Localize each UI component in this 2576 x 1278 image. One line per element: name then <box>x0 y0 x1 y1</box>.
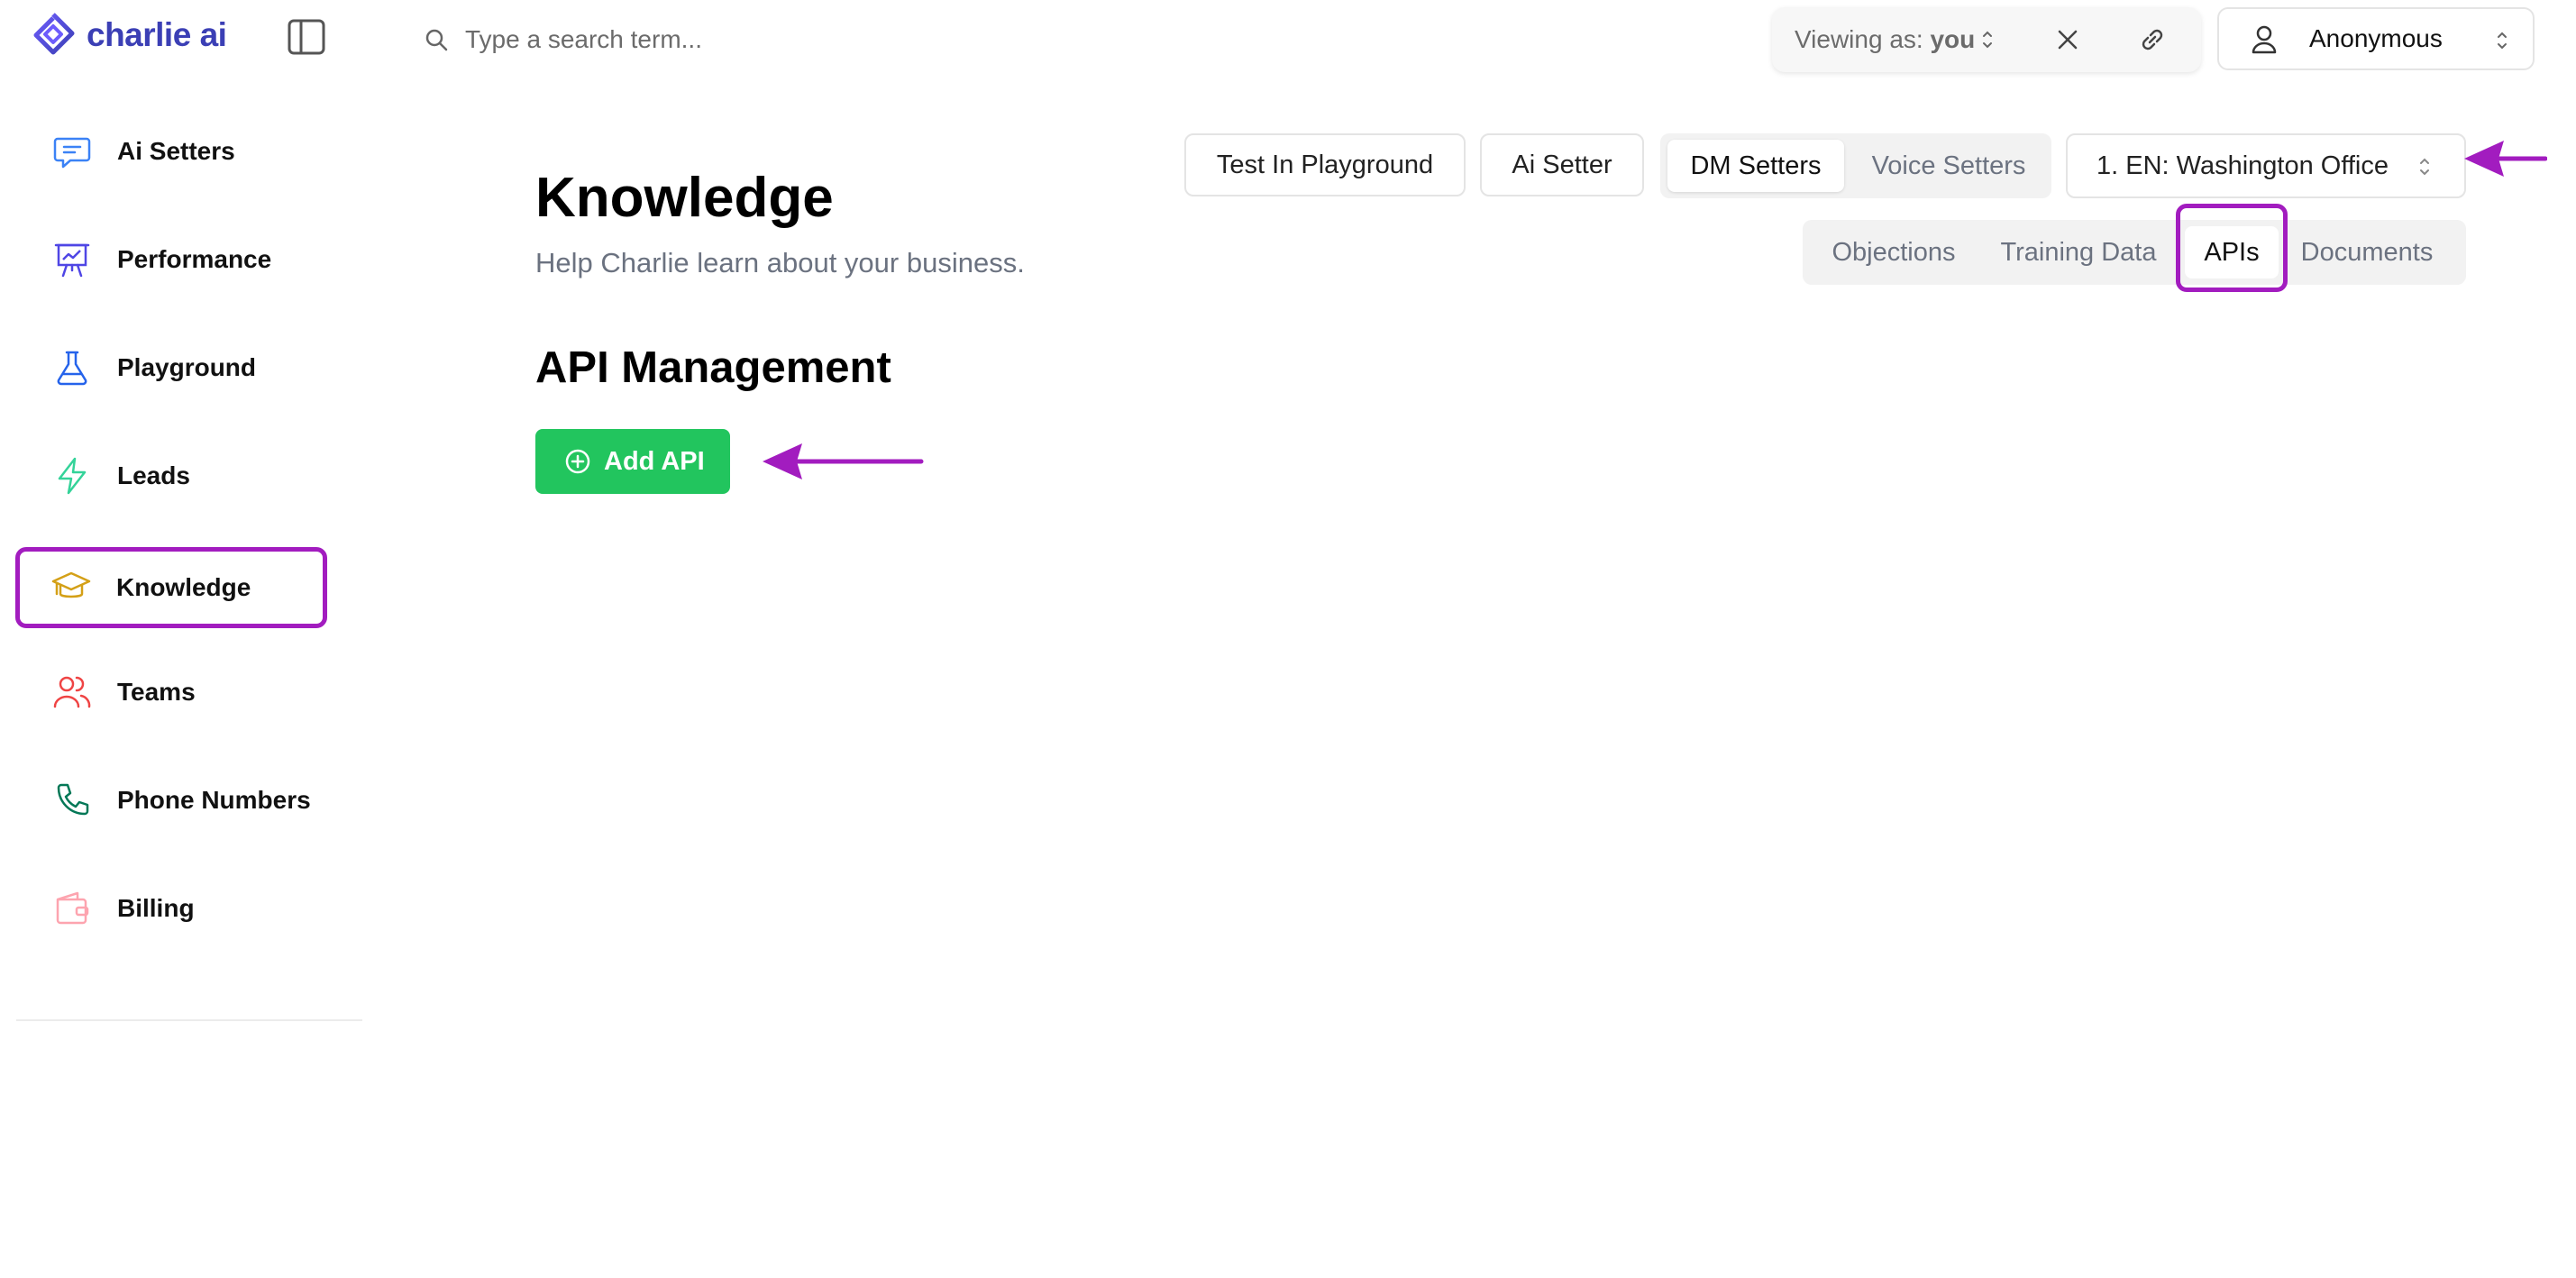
plus-circle-icon <box>565 449 590 474</box>
sidebar-item-ai-setters[interactable]: Ai Setters <box>16 114 326 189</box>
brand-name: charlie ai <box>87 16 227 53</box>
sidebar-item-label: Teams <box>117 678 196 706</box>
search-bar <box>424 18 1235 61</box>
users-icon <box>53 676 91 708</box>
office-select-value: 1. EN: Washington Office <box>2096 151 2389 180</box>
user-icon <box>2252 25 2277 54</box>
brand-logo[interactable]: charlie ai <box>29 9 245 61</box>
sidebar-item-label: Playground <box>117 353 257 381</box>
viewing-as-value: you <box>1930 25 1976 53</box>
wallet-icon <box>56 891 89 925</box>
sidebar-divider <box>16 1019 362 1021</box>
setter-type-toggle: DM Setters Voice Setters <box>1660 133 2051 198</box>
copy-link-button[interactable] <box>2136 23 2169 56</box>
sidebar-item-label: Leads <box>117 461 190 489</box>
section-title: API Management <box>535 343 891 392</box>
viewing-as-selector[interactable]: Viewing as: you <box>1795 25 1975 54</box>
dm-setters-tab[interactable]: DM Setters <box>1667 140 1844 192</box>
sidebar-item-billing[interactable]: Billing <box>16 871 326 946</box>
sidebar-item-label: Ai Setters <box>117 137 235 165</box>
lightning-icon <box>58 457 87 495</box>
ai-setter-button[interactable]: Ai Setter <box>1480 133 1644 196</box>
chevron-up-down-icon <box>2420 158 2429 176</box>
test-in-playground-button[interactable]: Test In Playground <box>1184 133 1466 196</box>
apis-tab-highlight <box>2176 204 2288 292</box>
chat-icon <box>53 137 91 169</box>
add-api-label: Add API <box>604 446 705 476</box>
viewing-as-control: Viewing as: you <box>1772 7 2201 72</box>
page-title: Knowledge <box>535 167 834 229</box>
sidebar-item-performance[interactable]: Performance <box>16 222 326 297</box>
phone-icon <box>57 783 89 816</box>
search-input[interactable] <box>463 24 1188 55</box>
viewing-as-prefix: Viewing as: <box>1795 25 1923 53</box>
sidebar-item-label: Phone Numbers <box>117 786 311 814</box>
sidebar-item-label: Knowledge <box>116 573 251 601</box>
sidebar-item-playground[interactable]: Playground <box>16 330 326 406</box>
account-menu-button[interactable]: Anonymous <box>2217 7 2535 70</box>
office-select[interactable]: 1. EN: Washington Office <box>2066 133 2466 198</box>
knowledge-tabs: Objections Training Data APIs Documents <box>1803 220 2466 285</box>
presentation-chart-icon <box>54 243 90 278</box>
graduation-cap-icon <box>51 571 91 598</box>
flask-icon <box>57 351 87 386</box>
clear-viewing-button[interactable] <box>2053 25 2082 54</box>
sidebar-item-teams[interactable]: Teams <box>16 654 326 730</box>
chevron-up-down-icon <box>2498 32 2507 50</box>
close-icon <box>2058 30 2078 50</box>
sidebar-item-phone-numbers[interactable]: Phone Numbers <box>16 762 326 838</box>
tab-training-data[interactable]: Training Data <box>1983 226 2174 278</box>
sidebar-item-label: Billing <box>117 894 195 922</box>
chevron-up-down-icon <box>1983 31 1993 49</box>
link-icon <box>2142 29 2163 50</box>
charlie-logo-icon <box>33 13 75 55</box>
voice-setters-tab[interactable]: Voice Setters <box>1853 140 2044 192</box>
arrow-left-icon <box>2464 141 2547 177</box>
sidebar-toggle-button[interactable] <box>287 18 326 56</box>
account-name: Anonymous <box>2309 24 2443 52</box>
page-subtitle: Help Charlie learn about your business. <box>535 247 1025 278</box>
arrow-left-icon <box>763 443 924 479</box>
sidebar-panel-icon <box>288 19 325 55</box>
sidebar-item-leads[interactable]: Leads <box>16 438 326 514</box>
tab-objections[interactable]: Objections <box>1813 226 1974 278</box>
add-api-button[interactable]: Add API <box>535 429 730 494</box>
sidebar-item-knowledge[interactable]: Knowledge <box>15 547 327 628</box>
sidebar-item-label: Performance <box>117 245 272 273</box>
search-icon <box>425 29 448 51</box>
tab-documents[interactable]: Documents <box>2286 226 2448 278</box>
